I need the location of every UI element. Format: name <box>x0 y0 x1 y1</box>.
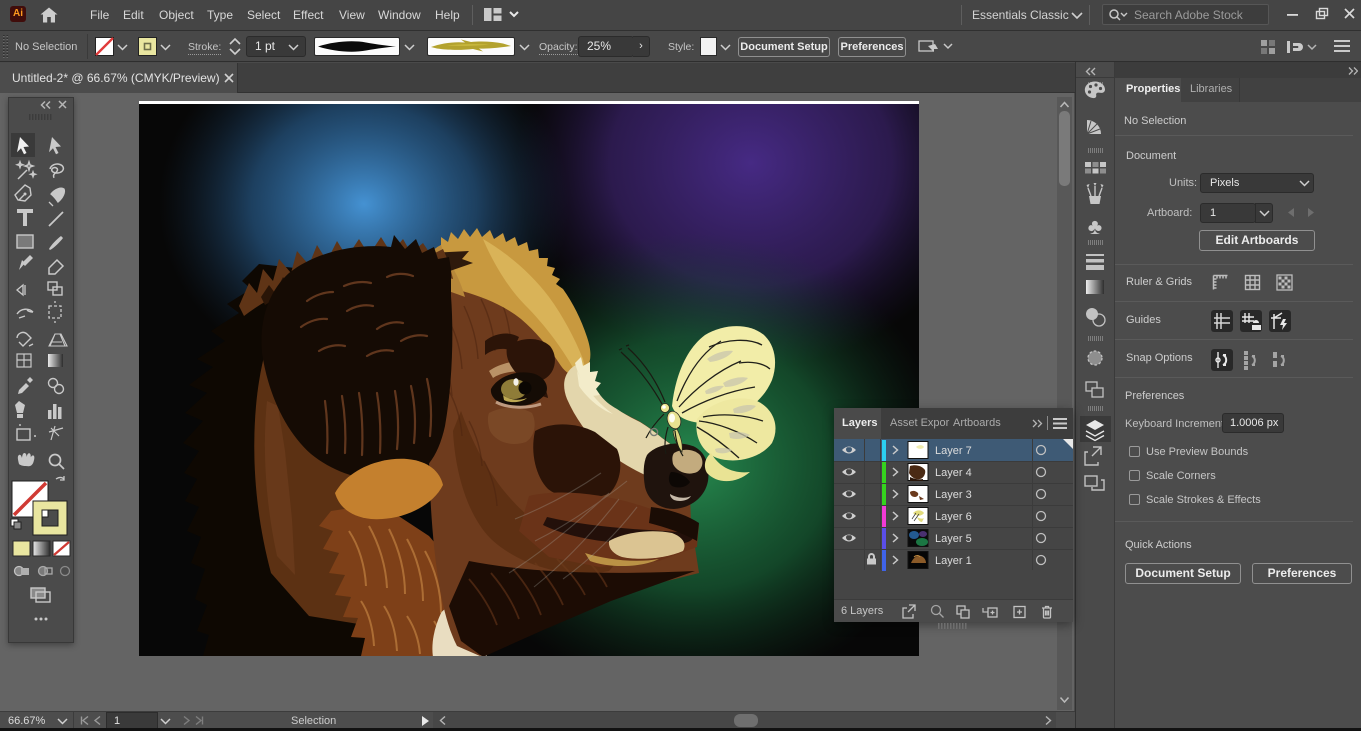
svg-text:Layer 6: Layer 6 <box>935 511 972 523</box>
svg-text:♣: ♣ <box>1088 214 1102 239</box>
svg-text:Layer 1: Layer 1 <box>935 555 972 567</box>
svg-text:Layer 5: Layer 5 <box>935 533 972 545</box>
svg-text:Layer 7: Layer 7 <box>935 445 972 457</box>
svg-text:Layer 4: Layer 4 <box>935 467 972 479</box>
svg-text:Layer 3: Layer 3 <box>935 489 972 501</box>
